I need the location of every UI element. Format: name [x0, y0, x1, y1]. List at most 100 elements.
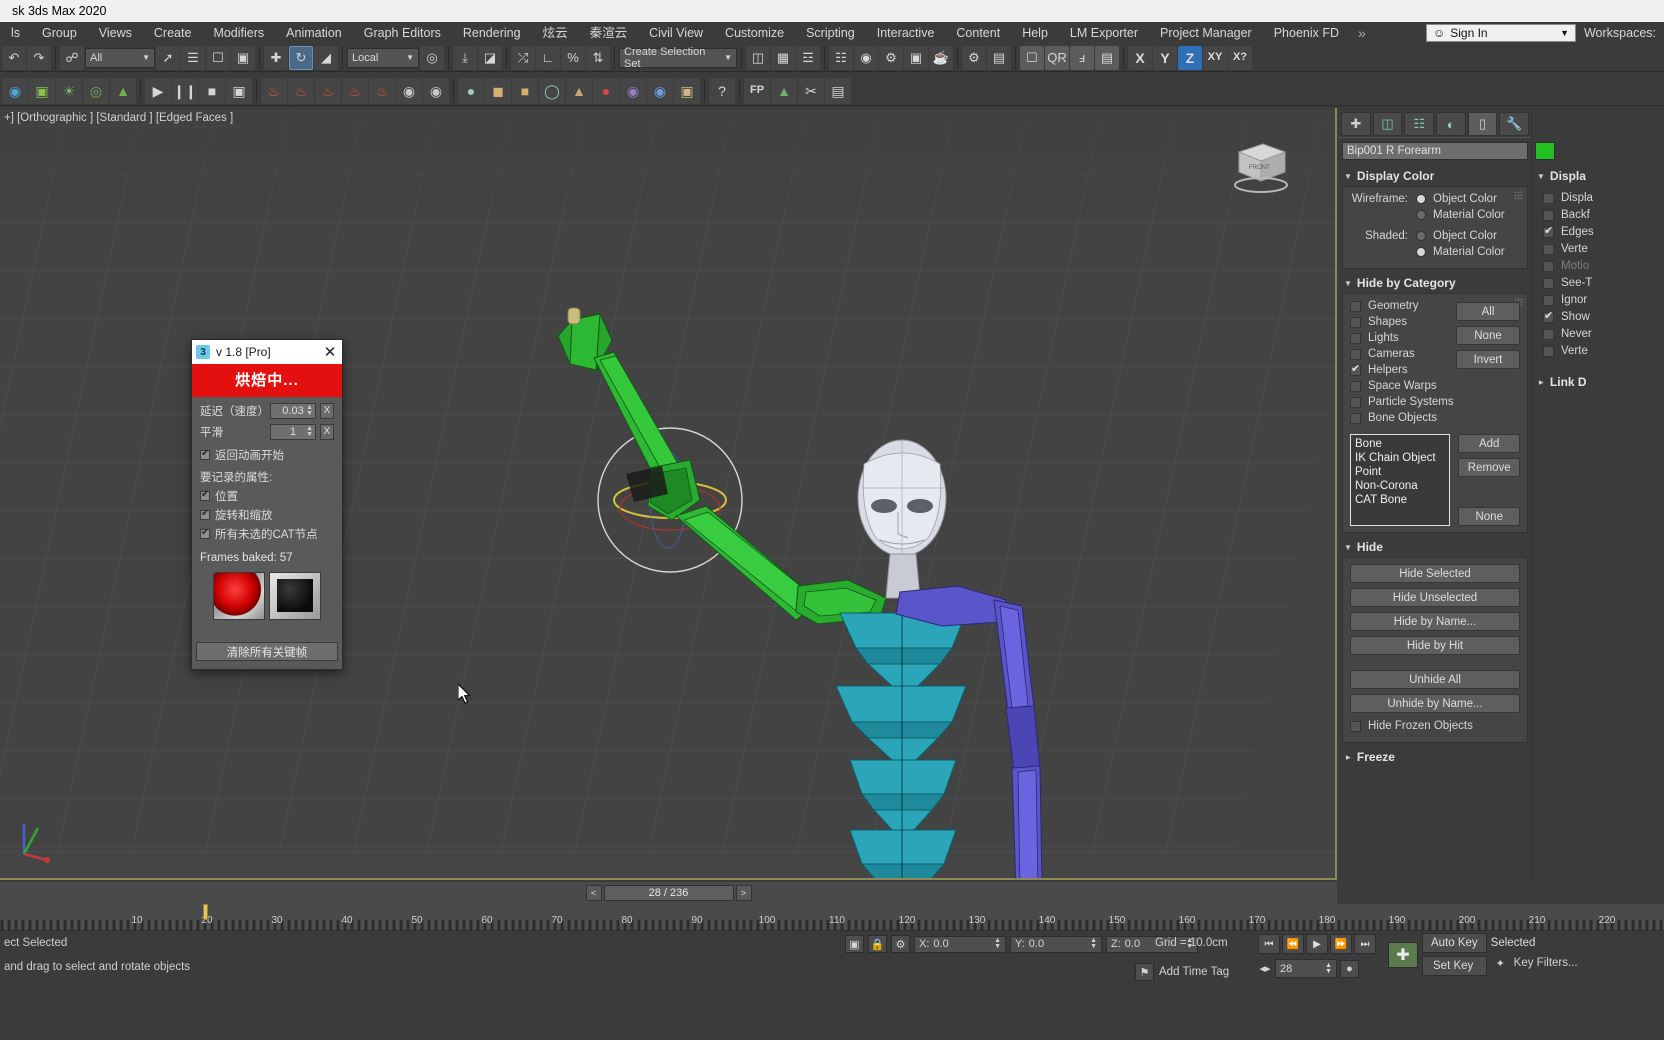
- display-tab[interactable]: ▯: [1467, 112, 1498, 136]
- tool-blue-icon[interactable]: ◉: [647, 77, 673, 104]
- list-item[interactable]: Point: [1355, 465, 1445, 479]
- baking-dialog[interactable]: 3 v 1.8 [Pro] ✕ 烘焙中... 延迟（速度） 0.03 ▲ ▼ X …: [191, 339, 343, 670]
- dp-show-frozen[interactable]: Show: [1543, 309, 1657, 323]
- chevron-down-icon[interactable]: ▼: [1560, 28, 1569, 38]
- list-item[interactable]: Non-Corona: [1355, 479, 1445, 493]
- dialog-titlebar[interactable]: 3 v 1.8 [Pro] ✕: [192, 340, 342, 364]
- vray-light-icon[interactable]: ☀: [56, 77, 82, 104]
- forest-pack-icon[interactable]: FP: [744, 77, 770, 104]
- spinner-arrows-icon[interactable]: ▲ ▼: [1325, 962, 1332, 975]
- play-icon[interactable]: ▶: [1306, 934, 1328, 954]
- current-frame-display[interactable]: 28 / 236: [603, 885, 734, 901]
- motion-tab[interactable]: ◐: [1436, 112, 1466, 136]
- go-to-end-icon[interactable]: ⏭: [1354, 934, 1376, 954]
- time-cursor[interactable]: [203, 904, 208, 920]
- key-filters-button[interactable]: Key Filters...: [1514, 957, 1578, 969]
- unwrap-icon[interactable]: ⅎ: [1070, 45, 1094, 70]
- menu-item-views[interactable]: Views: [88, 22, 143, 44]
- current-frame-field[interactable]: 28 ▲ ▼: [1275, 959, 1337, 978]
- angle-snap-icon[interactable]: ∟: [536, 45, 560, 70]
- menu-item-content[interactable]: Content: [945, 22, 1011, 44]
- category-all-button[interactable]: All: [1456, 302, 1520, 321]
- category-bone-objects[interactable]: Bone Objects: [1350, 412, 1520, 424]
- previous-frame-button[interactable]: <: [585, 885, 602, 901]
- dp-vertex-ticks[interactable]: Verte: [1543, 243, 1657, 255]
- vray-material-icon[interactable]: ◎: [83, 77, 109, 104]
- list-item[interactable]: CAT Bone: [1355, 493, 1445, 507]
- column-icon[interactable]: ▤: [1095, 45, 1119, 70]
- clear-all-keys-button[interactable]: 清除所有关键帧: [196, 642, 338, 661]
- display-properties-header[interactable]: ▼ Displa: [1535, 166, 1661, 186]
- play-animation-icon[interactable]: ▶: [145, 77, 171, 104]
- key-filters-row[interactable]: ✦ Key Filters...: [1491, 954, 1578, 972]
- modify-tab[interactable]: ◫: [1372, 112, 1403, 136]
- add-key-icon[interactable]: ✚: [1388, 941, 1418, 968]
- menu-item-modifiers[interactable]: Modifiers: [202, 22, 275, 44]
- phoenix-source-icon[interactable]: ◉: [396, 77, 422, 104]
- shaded-material-color-row[interactable]: Material Color: [1350, 246, 1520, 258]
- dp-ignore-extents[interactable]: Ignor: [1543, 294, 1657, 306]
- freeze-header[interactable]: ▼ Freeze: [1342, 747, 1528, 767]
- select-move-icon[interactable]: ✚: [264, 45, 288, 70]
- select-object-icon[interactable]: ➚: [156, 45, 180, 70]
- spinner-arrows-icon[interactable]: ▲ ▼: [1090, 937, 1097, 950]
- chevron-double-right-icon[interactable]: »: [1350, 25, 1374, 41]
- sign-in-button[interactable]: ☺ Sign In ▼: [1425, 24, 1576, 42]
- display-color-header[interactable]: ▼ Display Color: [1342, 166, 1528, 186]
- dp-display-as-box[interactable]: Displa: [1543, 192, 1657, 204]
- wireframe-material-color-row[interactable]: Material Color: [1350, 209, 1520, 221]
- redo-icon[interactable]: ↷: [27, 45, 51, 70]
- snap-toggle-icon[interactable]: ⤮: [511, 45, 535, 70]
- return-to-start-checkbox[interactable]: 返回动画开始: [200, 447, 334, 463]
- bake-tool-icon[interactable]: ●: [593, 77, 619, 104]
- list-item[interactable]: Bone: [1355, 437, 1445, 451]
- wireframe-object-color-row[interactable]: Wireframe: Object Color: [1350, 193, 1520, 205]
- menu-item-help[interactable]: Help: [1011, 22, 1059, 44]
- list-none-button[interactable]: None: [1458, 507, 1520, 526]
- unknown-tool2-icon[interactable]: ▤: [987, 45, 1011, 70]
- quick-render-icon[interactable]: QR: [1045, 45, 1069, 70]
- hierarchy-tab[interactable]: ☷: [1404, 112, 1435, 136]
- menu-item-animation[interactable]: Animation: [275, 22, 353, 44]
- hide-by-category-header[interactable]: ▼ Hide by Category: [1342, 273, 1528, 293]
- vray-logo-icon[interactable]: ◉: [2, 77, 28, 104]
- unhide-by-name-button[interactable]: Unhide by Name...: [1350, 694, 1520, 713]
- menu-item-project-manager[interactable]: Project Manager: [1149, 22, 1263, 44]
- remove-button[interactable]: Remove: [1458, 458, 1520, 477]
- hide-by-name-button[interactable]: Hide by Name...: [1350, 612, 1520, 631]
- helper-type-listbox[interactable]: Bone IK Chain Object Point Non-Corona CA…: [1350, 434, 1451, 526]
- render-setup-icon[interactable]: ⚙: [879, 45, 903, 70]
- phoenix-force-icon[interactable]: ◉: [423, 77, 449, 104]
- menu-item-xuanyun[interactable]: 炫云: [532, 22, 579, 44]
- absolute-mode-icon[interactable]: ⚙: [891, 935, 910, 953]
- auto-key-button[interactable]: Auto Key: [1422, 933, 1487, 953]
- railclone-icon[interactable]: ▲: [771, 77, 797, 104]
- material-editor-icon[interactable]: ◉: [854, 45, 878, 70]
- select-scale-icon[interactable]: ◢: [314, 45, 338, 70]
- coord-x-field[interactable]: X: 0.0 ▲ ▼: [914, 935, 1006, 953]
- cat-layer-icon[interactable]: ▲: [566, 77, 592, 104]
- tool-tan-icon[interactable]: ▣: [674, 77, 700, 104]
- menu-item-group[interactable]: Group: [31, 22, 88, 44]
- menu-item-civil-view[interactable]: Civil View: [638, 22, 714, 44]
- spinner-snap-icon[interactable]: ⇅: [586, 45, 610, 70]
- axis-constraint-xy-button[interactable]: XY: [1203, 45, 1227, 70]
- category-particle-systems[interactable]: Particle Systems: [1350, 396, 1520, 408]
- category-none-button[interactable]: None: [1456, 326, 1520, 345]
- smooth-spinner[interactable]: 1 ▲ ▼: [270, 424, 316, 440]
- select-icon[interactable]: ▣: [845, 935, 864, 953]
- mirror-tool-icon[interactable]: ◫: [746, 45, 770, 70]
- cat-motion-icon[interactable]: ◯: [539, 77, 565, 104]
- prop-rotation-scale-checkbox[interactable]: 旋转和缩放: [200, 507, 334, 523]
- window-crossing-icon[interactable]: ▣: [231, 45, 255, 70]
- dp-vertex-colors[interactable]: Verte: [1543, 345, 1657, 357]
- utilities-tab[interactable]: 🔧: [1499, 112, 1530, 136]
- stop-animation-icon[interactable]: ■: [199, 77, 225, 104]
- viewport[interactable]: +] [Orthographic ] [Standard ] [Edged Fa…: [0, 108, 1337, 880]
- key-mode-icon[interactable]: ✦: [1491, 954, 1510, 972]
- mirror-icon[interactable]: ◪: [478, 45, 502, 70]
- hide-by-hit-button[interactable]: Hide by Hit: [1350, 636, 1520, 655]
- tool-purple-icon[interactable]: ◉: [620, 77, 646, 104]
- render-frame-window-icon[interactable]: ▣: [904, 45, 928, 70]
- dp-motion-path[interactable]: Motio: [1543, 260, 1657, 272]
